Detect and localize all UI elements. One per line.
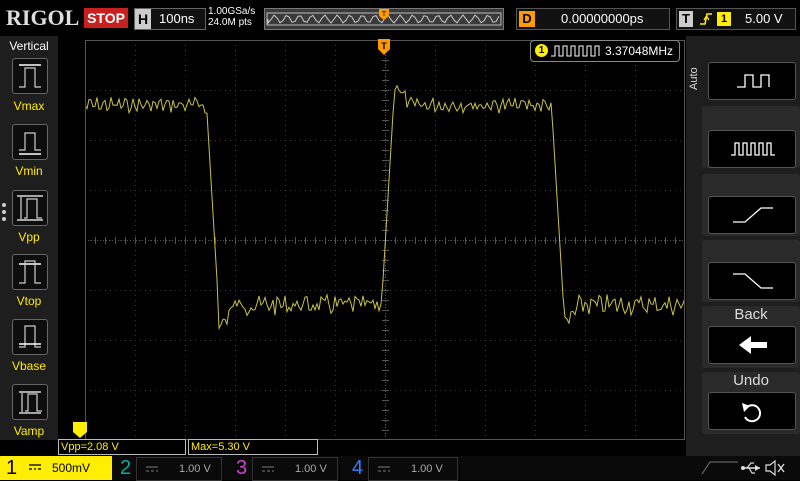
vmax-icon xyxy=(19,64,41,88)
speaker-muted-icon[interactable] xyxy=(764,459,786,477)
page-dot xyxy=(2,210,6,214)
rising-edge-icon xyxy=(700,13,712,25)
pulse-train-icon xyxy=(731,142,775,156)
delay-value: 0.00000000ps xyxy=(561,11,644,26)
channel3-scale: 1.00 V xyxy=(295,463,327,475)
back-button[interactable] xyxy=(708,326,796,364)
vtop-label: Vtop xyxy=(16,294,42,308)
vpp-icon xyxy=(17,195,43,221)
acquisition-info: 1.00GSa/s 24.0M pts xyxy=(208,6,255,28)
vamp-label: Vamp xyxy=(13,424,45,438)
trigger-position-icon: T xyxy=(378,39,390,55)
rise-time-button[interactable] xyxy=(708,196,796,234)
channel1-number: 1 xyxy=(6,457,18,479)
trigger-level: 5.00 V xyxy=(745,11,783,26)
vbase-icon xyxy=(19,325,41,348)
vbase-button[interactable] xyxy=(12,319,48,355)
fall-time-button[interactable] xyxy=(708,262,796,300)
trigger-source: 1 xyxy=(717,12,731,26)
frequency-value: 3.37048MHz xyxy=(605,44,674,58)
vamp-icon xyxy=(19,391,42,414)
vmin-icon xyxy=(19,132,41,155)
mode-tab: Auto xyxy=(686,62,702,122)
single-pulse-icon xyxy=(737,74,770,88)
page-dot xyxy=(2,217,6,221)
trigger-setting[interactable]: T 1 5.00 V xyxy=(676,8,796,30)
single-pulse-button[interactable] xyxy=(708,62,796,100)
dc-coupling-icon xyxy=(378,466,390,472)
horizontal-timebase[interactable]: H 100ns xyxy=(134,8,206,30)
channel4-number: 4 xyxy=(352,457,364,479)
run-stop-status[interactable]: STOP xyxy=(84,8,128,28)
delay-label: D xyxy=(519,11,535,27)
vmin-label: Vmin xyxy=(15,164,43,178)
vamp-button[interactable] xyxy=(12,384,48,420)
usb-icon xyxy=(741,462,760,474)
back-arrow-icon xyxy=(739,336,767,354)
panel-title: Vertical xyxy=(9,39,49,53)
dc-coupling-icon xyxy=(29,464,41,470)
channel3-box: 1.00 V xyxy=(252,457,338,481)
page-dot xyxy=(2,203,6,207)
vmin-button[interactable] xyxy=(12,124,48,160)
svg-text:T: T xyxy=(381,41,387,51)
channel1-scale: 500mV xyxy=(52,461,91,475)
delay-setting[interactable]: D 0.00000000ps xyxy=(516,8,670,30)
counter-channel-badge: 1 xyxy=(535,44,548,57)
trigger-position-bar[interactable]: T xyxy=(264,8,504,30)
falling-slope-icon xyxy=(733,273,773,289)
vtop-button[interactable] xyxy=(12,254,48,290)
mode-label: Auto xyxy=(688,67,700,90)
trigger-label: T xyxy=(679,11,693,27)
softkey-panel: Auto Back Undo xyxy=(686,36,800,456)
channel3-number: 3 xyxy=(236,457,248,479)
channel2-scale: 1.00 V xyxy=(179,463,211,475)
undo-icon xyxy=(742,403,762,423)
measurement-panel: Vertical Vmax Vmin Vpp Vtop Vbase Vamp xyxy=(0,36,58,440)
back-label: Back xyxy=(734,306,768,323)
memory-overview: T xyxy=(266,9,502,26)
channel-bar: 1 500mV 2 1.00 V 3 1.00 V 4 1.00 V xyxy=(0,456,800,481)
dc-coupling-icon xyxy=(146,466,158,472)
channel2-tab[interactable]: 2 1.00 V xyxy=(112,457,224,481)
sample-rate: 1.00GSa/s xyxy=(208,6,256,17)
vbase-label: Vbase xyxy=(11,359,47,373)
status-tab-icon xyxy=(701,461,738,475)
horizontal-label: H xyxy=(135,9,151,29)
channel1-tab[interactable]: 1 500mV xyxy=(0,456,112,480)
dc-coupling-icon xyxy=(262,466,274,472)
pulse-train-icon xyxy=(551,45,600,57)
vpp-label: Vpp xyxy=(18,230,40,244)
channel1-offset-icon xyxy=(73,422,87,438)
channel3-tab[interactable]: 3 1.00 V xyxy=(228,457,340,481)
channel4-box: 1.00 V xyxy=(368,457,458,481)
vmax-button[interactable] xyxy=(12,58,48,94)
vtop-icon xyxy=(19,260,41,284)
undo-button[interactable] xyxy=(708,392,796,430)
undo-label: Undo xyxy=(733,372,769,389)
measurement-max: Max=5.30 V xyxy=(188,439,318,455)
vpp-button[interactable] xyxy=(12,190,48,226)
brand-logo: RIGOL xyxy=(6,5,80,30)
svg-text:T: T xyxy=(382,11,387,18)
timebase-value: 100ns xyxy=(159,11,195,26)
pulse-train-button[interactable] xyxy=(708,130,796,168)
vmax-label: Vmax xyxy=(13,99,45,113)
channel2-number: 2 xyxy=(120,457,132,479)
channel4-tab[interactable]: 4 1.00 V xyxy=(344,457,460,481)
memory-depth: 24.0M pts xyxy=(208,17,252,28)
rising-slope-icon xyxy=(733,207,773,223)
channel4-scale: 1.00 V xyxy=(411,463,443,475)
channel2-box: 1.00 V xyxy=(136,457,222,481)
top-status-bar: RIGOL STOP H 100ns 1.00GSa/s 24.0M pts T… xyxy=(0,0,800,36)
waveform-display[interactable] xyxy=(85,40,685,440)
frequency-counter[interactable]: 1 3.37048MHz xyxy=(530,40,680,62)
measurement-vpp: Vpp=2.08 V xyxy=(58,439,186,455)
